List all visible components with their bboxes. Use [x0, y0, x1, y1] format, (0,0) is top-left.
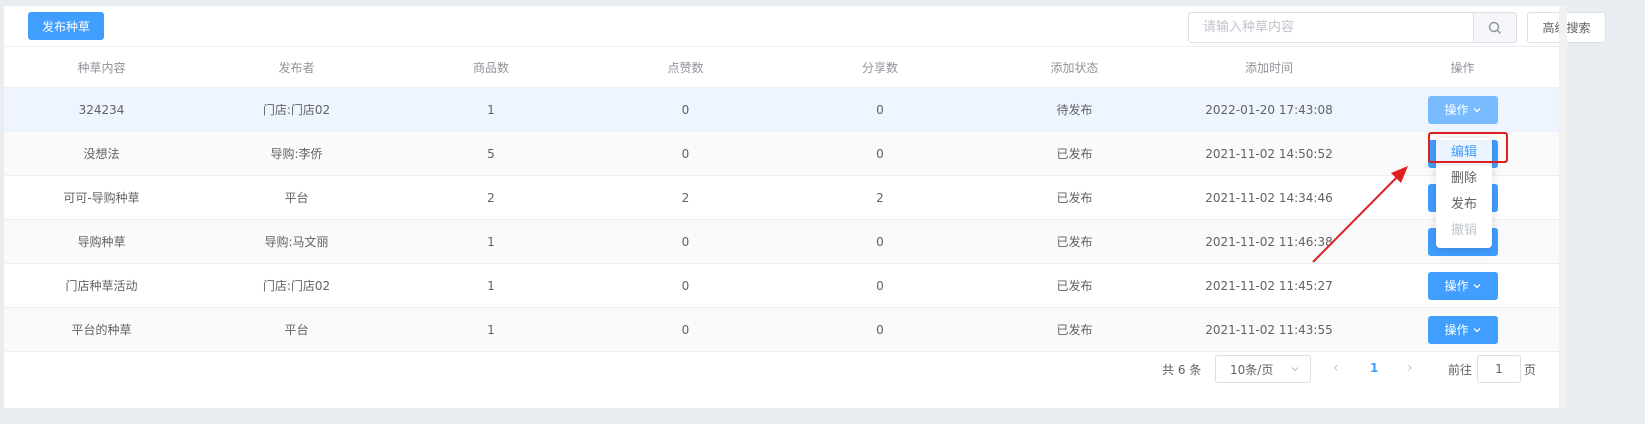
cell-shares: 0: [783, 307, 977, 352]
cell-products: 2: [394, 175, 588, 220]
seeding-table: 种草内容 发布者 商品数 点赞数 分享数 添加状态 添加时间 操作 324234…: [4, 46, 1559, 352]
menu-item-edit[interactable]: 编辑: [1436, 140, 1492, 166]
cell-likes: 0: [588, 131, 783, 176]
prev-page-icon[interactable]: ‹: [1333, 360, 1339, 376]
action-label: 操作: [1444, 103, 1469, 117]
table-row: 没想法 导购:李侨 5 0 0 已发布 2021-11-02 14:50:52 …: [4, 131, 1559, 176]
cell-content: 平台的种草: [4, 307, 199, 352]
cell-likes: 0: [588, 219, 783, 264]
action-label: 操作: [1444, 279, 1469, 293]
cell-products: 1: [394, 263, 588, 308]
pagination-total: 共 6 条: [1162, 363, 1202, 377]
page-size-select[interactable]: 10条/页: [1215, 355, 1311, 383]
table-row: 导购种草 导购:马文丽 1 0 0 已发布 2021-11-02 11:46:3…: [4, 219, 1559, 264]
cell-time: 2021-11-02 11:45:27: [1172, 263, 1366, 308]
cell-time: 2022-01-20 17:43:08: [1172, 87, 1366, 132]
table-row: 可可-导购种草 平台 2 2 2 已发布 2021-11-02 14:34:46…: [4, 175, 1559, 220]
menu-item-publish[interactable]: 发布: [1436, 192, 1492, 218]
page-size-value: 10条/页: [1230, 362, 1274, 377]
cell-products: 5: [394, 131, 588, 176]
cell-likes: 0: [588, 87, 783, 132]
table-row: 324234 门店:门店02 1 0 0 待发布 2022-01-20 17:4…: [4, 87, 1559, 132]
chevron-down-icon: [1291, 367, 1299, 372]
chevron-down-icon: [1473, 283, 1480, 288]
column-header: 操作: [1366, 46, 1559, 88]
action-dropdown-button[interactable]: 操作: [1427, 271, 1498, 300]
cell-status: 已发布: [977, 263, 1172, 308]
cell-publisher: 导购:马文丽: [199, 219, 394, 264]
action-dropdown-button[interactable]: 操作: [1427, 315, 1498, 344]
table-header-row: 种草内容 发布者 商品数 点赞数 分享数 添加状态 添加时间 操作: [4, 46, 1559, 88]
goto-page-input[interactable]: [1477, 355, 1521, 383]
cell-publisher: 导购:李侨: [199, 131, 394, 176]
action-dropdown-button[interactable]: 操作: [1427, 95, 1498, 124]
cell-products: 1: [394, 219, 588, 264]
publish-button[interactable]: 发布种草: [28, 12, 104, 40]
cell-likes: 2: [588, 175, 783, 220]
menu-item-delete[interactable]: 删除: [1436, 166, 1492, 192]
cell-status: 已发布: [977, 175, 1172, 220]
cell-content: 导购种草: [4, 219, 199, 264]
search-input[interactable]: [1189, 13, 1473, 42]
cell-publisher: 门店:门店02: [199, 87, 394, 132]
chevron-down-icon: [1473, 107, 1480, 112]
action-label: 操作: [1444, 323, 1469, 337]
pagination: 共 6 条 10条/页 ‹ 1 › 前往 页: [0, 355, 1645, 383]
cell-publisher: 门店:门店02: [199, 263, 394, 308]
page-unit-label: 页: [1524, 363, 1537, 377]
cell-products: 1: [394, 307, 588, 352]
table-row: 门店种草活动 门店:门店02 1 0 0 已发布 2021-11-02 11:4…: [4, 263, 1559, 308]
cell-content: 没想法: [4, 131, 199, 176]
table-row: 平台的种草 平台 1 0 0 已发布 2021-11-02 11:43:55 操…: [4, 307, 1559, 352]
column-header: 添加状态: [977, 46, 1172, 88]
search-box: [1188, 12, 1517, 43]
column-header: 添加时间: [1172, 46, 1366, 88]
cell-likes: 0: [588, 263, 783, 308]
next-page-icon[interactable]: ›: [1407, 360, 1413, 376]
cell-shares: 0: [783, 219, 977, 264]
column-header: 点赞数: [588, 46, 783, 88]
vertical-scrollbar[interactable]: [1559, 6, 1567, 408]
cell-time: 2021-11-02 14:50:52: [1172, 131, 1366, 176]
cell-products: 1: [394, 87, 588, 132]
page-number-current[interactable]: 1: [1370, 361, 1378, 375]
search-button[interactable]: [1473, 13, 1516, 42]
cell-status: 已发布: [977, 219, 1172, 264]
cell-likes: 0: [588, 307, 783, 352]
cell-shares: 0: [783, 263, 977, 308]
cell-shares: 2: [783, 175, 977, 220]
cell-status: 待发布: [977, 87, 1172, 132]
column-header: 商品数: [394, 46, 588, 88]
cell-time: 2021-11-02 11:46:38: [1172, 219, 1366, 264]
cell-shares: 0: [783, 131, 977, 176]
cell-action: 操作: [1366, 263, 1559, 308]
chevron-down-icon: [1473, 327, 1480, 332]
menu-item-revoke: 撤销: [1450, 223, 1477, 238]
cell-status: 已发布: [977, 131, 1172, 176]
goto-label: 前往: [1448, 363, 1473, 377]
cell-content: 可可-导购种草: [4, 175, 199, 220]
column-header: 种草内容: [4, 46, 199, 88]
cell-time: 2021-11-02 14:34:46: [1172, 175, 1366, 220]
cell-action: 操作: [1366, 307, 1559, 352]
cell-publisher: 平台: [199, 175, 394, 220]
action-dropdown-menu: 编辑 删除 发布 撤销: [1436, 138, 1492, 248]
search-icon: [1488, 21, 1501, 34]
cell-action: 操作: [1366, 87, 1559, 132]
column-header: 分享数: [783, 46, 977, 88]
cell-content: 门店种草活动: [4, 263, 199, 308]
cell-shares: 0: [783, 87, 977, 132]
cell-content: 324234: [4, 87, 199, 132]
cell-publisher: 平台: [199, 307, 394, 352]
column-header: 发布者: [199, 46, 394, 88]
cell-time: 2021-11-02 11:43:55: [1172, 307, 1366, 352]
cell-status: 已发布: [977, 307, 1172, 352]
